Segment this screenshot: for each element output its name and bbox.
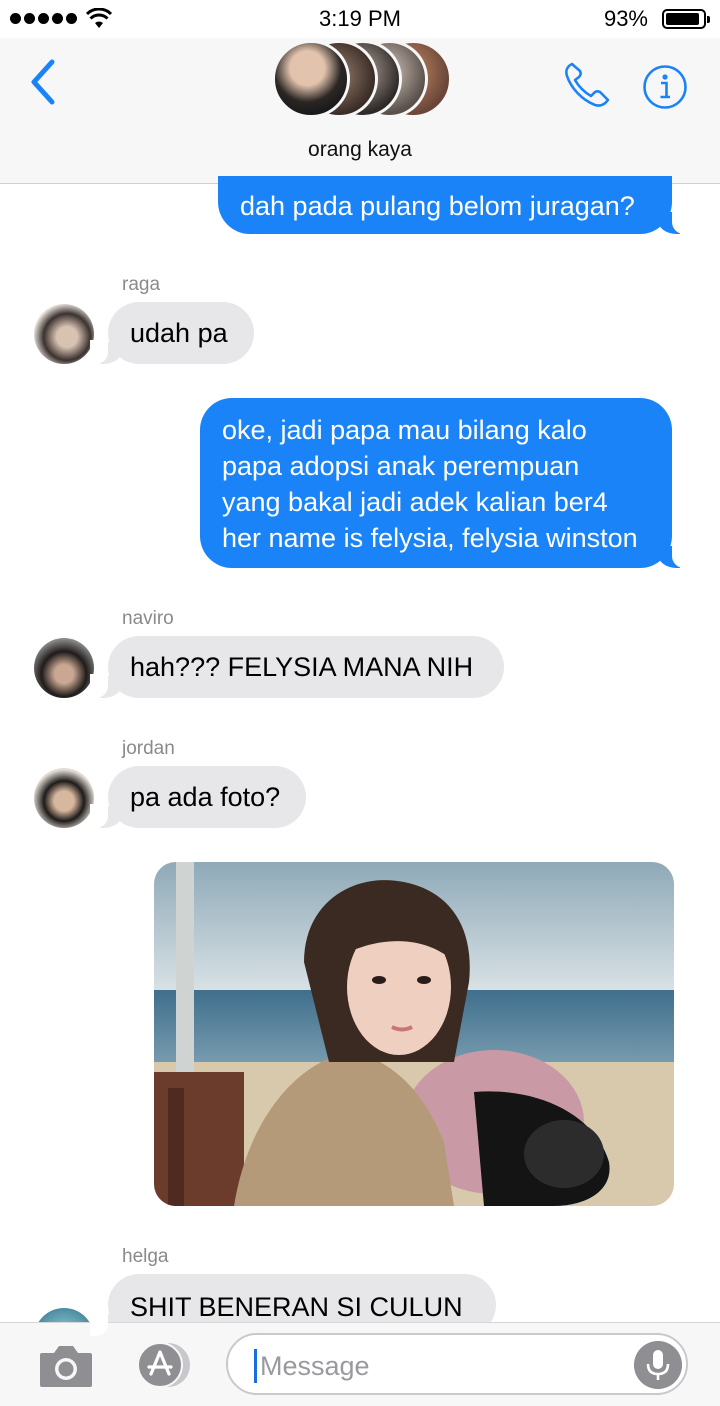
battery-icon [662, 9, 710, 29]
message-text: pa ada foto? [130, 782, 281, 812]
compose-bar [0, 1322, 720, 1406]
message-text: SHIT BENERAN SI CULUN [130, 1292, 463, 1322]
status-bar: 3:19 PM 93% [0, 0, 720, 38]
microphone-icon[interactable] [634, 1341, 682, 1389]
message-text: hah??? FELYSIA MANA NIH [130, 652, 474, 682]
message-line: yang bakal jadi adek kalian ber4 [222, 487, 608, 517]
message-line: papa adopsi anak perempuan [222, 451, 580, 481]
app-store-icon[interactable] [130, 1341, 196, 1389]
message-input[interactable] [258, 1345, 622, 1387]
sender-name: helga [122, 1246, 169, 1267]
conversation-header: orang kaya [0, 38, 720, 184]
battery-percent: 93% [603, 6, 648, 31]
text-caret [254, 1349, 257, 1383]
back-button[interactable] [24, 56, 64, 108]
phone-icon[interactable] [562, 60, 612, 110]
incoming-message[interactable]: hah??? FELYSIA MANA NIH [90, 636, 504, 698]
info-icon[interactable] [642, 64, 688, 110]
sender-name: naviro [122, 608, 174, 629]
avatar[interactable] [34, 638, 94, 698]
group-avatars[interactable] [272, 40, 452, 120]
message-text: dah pada pulang belom juragan? [240, 191, 635, 221]
message-line: her name is felysia, felysia winston [222, 523, 638, 553]
sender-name: raga [122, 274, 161, 295]
message-field[interactable] [226, 1333, 688, 1395]
incoming-message[interactable]: udah pa [90, 302, 254, 364]
avatar[interactable] [34, 304, 94, 364]
group-name[interactable]: orang kaya [0, 138, 720, 162]
outgoing-message[interactable]: dah pada pulang belom juragan? [218, 176, 690, 234]
outgoing-message[interactable]: oke, jadi papa mau bilang kalo papa adop… [200, 398, 690, 568]
photo-image [154, 862, 674, 1206]
camera-icon[interactable] [38, 1341, 94, 1389]
message-line: oke, jadi papa mau bilang kalo [222, 415, 587, 445]
photo-attachment[interactable] [154, 862, 674, 1206]
sender-name: jordan [122, 738, 175, 759]
incoming-message[interactable]: pa ada foto? [90, 766, 306, 828]
member-avatar [272, 40, 350, 118]
avatar[interactable] [34, 768, 94, 828]
message-text: udah pa [130, 318, 228, 348]
